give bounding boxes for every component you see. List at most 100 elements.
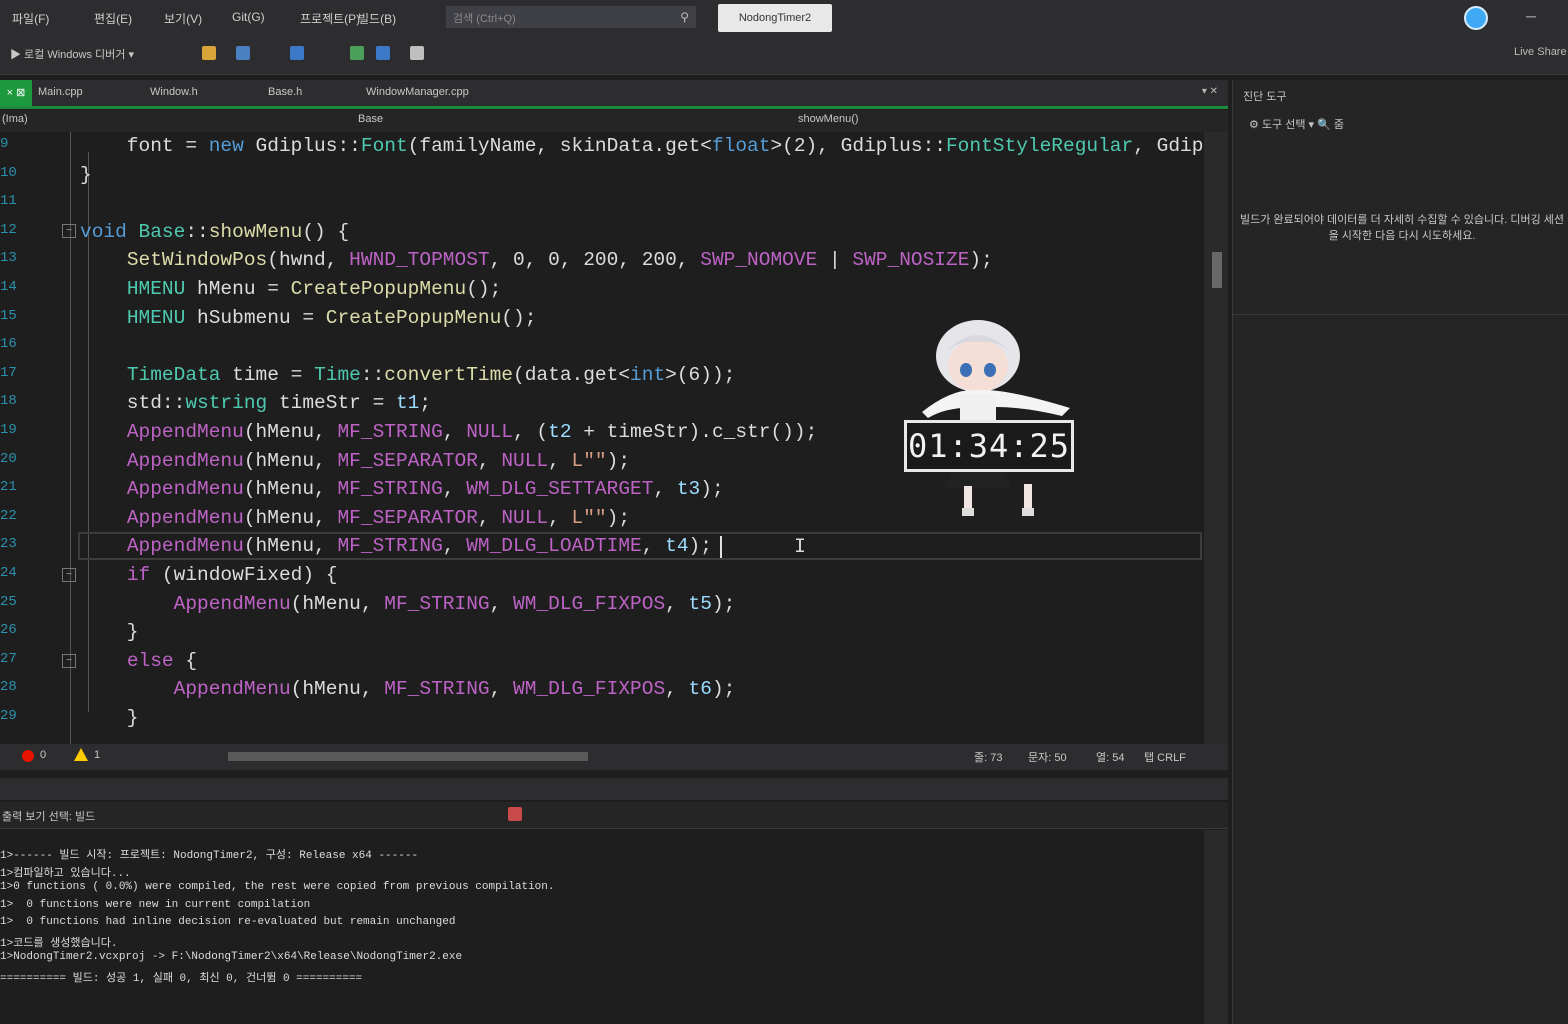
code-token: ); (606, 449, 631, 472)
window-icon[interactable] (236, 46, 250, 60)
code-token: int (630, 363, 666, 386)
code-line: AppendMenu(hMenu, MF_STRING, WM_DLG_SETT… (80, 475, 724, 503)
code-token: (); (466, 278, 502, 300)
code-token: () { (302, 220, 350, 243)
code-token: HMENU (126, 306, 186, 329)
code-token: (hMenu, (290, 592, 385, 615)
line-number: 17 (0, 364, 17, 381)
menu-view[interactable]: 보기(V) (164, 10, 202, 27)
scrollbar-thumb[interactable] (1212, 252, 1222, 288)
code-token: } (80, 621, 139, 644)
code-token: t4 (665, 535, 689, 558)
code-token: WM_DLG_SETTARGET (466, 478, 654, 501)
code-line: std::wstring timeStr = t1; (80, 389, 431, 417)
line-number: 13 (0, 250, 17, 267)
code-token: (hMenu, (243, 449, 338, 472)
tab-main-cpp[interactable]: Main.cpp (38, 86, 83, 98)
panel-message: 빌드가 완료되어야 데이터를 더 자세히 수집할 수 있습니다. 디버깅 세션을… (1239, 214, 1565, 242)
code-token: (hwnd, (267, 249, 350, 272)
timer-widget[interactable]: 01:34:25 (892, 312, 1088, 524)
branch-icon[interactable] (350, 46, 364, 60)
code-line: else { (80, 647, 197, 675)
clear-output-icon[interactable] (508, 807, 522, 821)
output-toolbar: 출력 보기 선택: 빌드 (0, 802, 1228, 829)
debug-target-button[interactable]: ▶ 로컬 Windows 디버거 ▾ (10, 46, 134, 62)
code-token: CreatePopupMenu (290, 278, 467, 300)
line-number: 21 (0, 479, 17, 496)
code-line: } (80, 161, 92, 189)
code-token: , (548, 449, 572, 472)
step-icon[interactable] (290, 46, 304, 60)
comment-icon[interactable] (410, 46, 424, 60)
horizontal-scrollbar[interactable] (228, 752, 588, 761)
line-number: 11 (0, 193, 17, 210)
fold-toggle-icon[interactable]: − (62, 568, 76, 582)
code-line: } (80, 618, 139, 646)
toolbar: ▶ 로컬 Windows 디버거 ▾ Live Share (0, 36, 1568, 75)
code-token: , (477, 449, 502, 472)
line-ending-indicator[interactable]: 탭 CRLF (1144, 749, 1186, 765)
search-input[interactable]: 검색 (Ctrl+Q) ⚲ (446, 6, 696, 28)
folder-icon[interactable] (202, 46, 216, 60)
code-token: , (442, 535, 467, 558)
code-token: , ( (513, 421, 549, 443)
fold-toggle-icon[interactable]: − (62, 654, 76, 668)
tab-dropdown-icon[interactable]: ▾ ✕ (1202, 86, 1218, 97)
live-share-button[interactable]: Live Share (1514, 46, 1567, 58)
code-token: MF_SEPARATOR (337, 506, 478, 529)
tab-base-h[interactable]: Base.h (268, 86, 302, 98)
code-token: HWND_TOPMOST (349, 249, 490, 272)
code-token: (hMenu, (243, 478, 338, 501)
line-number: 18 (0, 393, 17, 410)
editor-vertical-scrollbar[interactable] (1204, 132, 1228, 744)
code-token: AppendMenu (126, 449, 244, 472)
error-icon[interactable] (22, 750, 34, 762)
member-dropdown[interactable]: showMenu() (798, 113, 859, 125)
avatar[interactable] (1464, 6, 1488, 30)
code-token: , (489, 592, 514, 615)
menu-file[interactable]: 파일(F) (12, 10, 49, 27)
menu-build[interactable]: 빌드(B) (358, 10, 396, 27)
code-token: >(2), Gdiplus:: (770, 135, 946, 157)
step-over-icon[interactable] (376, 46, 390, 60)
menu-git[interactable]: Git(G) (232, 10, 265, 24)
minimize-icon[interactable]: ─ (1526, 8, 1536, 24)
code-token: WM_DLG_FIXPOS (513, 592, 666, 615)
code-token: else (126, 649, 174, 672)
code-token: , Gdip (1133, 135, 1204, 157)
ibeam-cursor-icon: I (794, 536, 807, 559)
scope-dropdown[interactable]: (Ima) (2, 113, 28, 125)
menu-edit[interactable]: 편집(E) (94, 10, 132, 27)
mascot-character-icon (922, 320, 1070, 516)
code-token: (hMenu, (243, 421, 338, 443)
output-line: 1> 0 functions were new in current compi… (0, 898, 311, 911)
code-line: } (80, 704, 139, 732)
menu-project[interactable]: 프로젝트(P) (300, 10, 360, 27)
code-line: SetWindowPos(hwnd, HWND_TOPMOST, 0, 0, 2… (80, 246, 993, 274)
select-tools-button[interactable]: ⚙ 도구 선택 ▾ 🔍 줌 (1249, 116, 1344, 132)
tab-active[interactable]: × ⊠ (0, 80, 32, 106)
output-source-dropdown[interactable]: 출력 보기 선택: 빌드 (2, 808, 95, 824)
warning-icon[interactable] (74, 748, 88, 761)
code-token: convertTime (384, 363, 514, 386)
output-log[interactable]: 1>------ 빌드 시작: 프로젝트: NodongTimer2, 구성: … (0, 830, 1204, 1024)
code-line: AppendMenu(hMenu, MF_SEPARATOR, NULL, L"… (80, 447, 630, 475)
code-token: ); (969, 249, 993, 272)
fold-toggle-icon[interactable]: − (62, 224, 76, 238)
project-name-badge[interactable]: NodongTimer2 (718, 4, 832, 32)
output-scrollbar[interactable] (1204, 830, 1228, 1024)
code-token: SetWindowPos (126, 249, 268, 272)
class-dropdown[interactable]: Base (358, 113, 383, 125)
output-line: 1> 0 functions had inline decision re-ev… (0, 916, 456, 928)
menu-bar: 파일(F) 편집(E) 보기(V) Git(G) 프로젝트(P) 빌드(B) 검… (0, 0, 1568, 36)
code-line: AppendMenu(hMenu, MF_STRING, WM_DLG_LOAD… (80, 532, 712, 560)
line-number: 26 (0, 622, 17, 639)
tab-windowmanager-cpp[interactable]: WindowManager.cpp (366, 86, 469, 98)
tab-window-h[interactable]: Window.h (150, 86, 198, 98)
code-token: FontStyleRegular (945, 135, 1134, 157)
